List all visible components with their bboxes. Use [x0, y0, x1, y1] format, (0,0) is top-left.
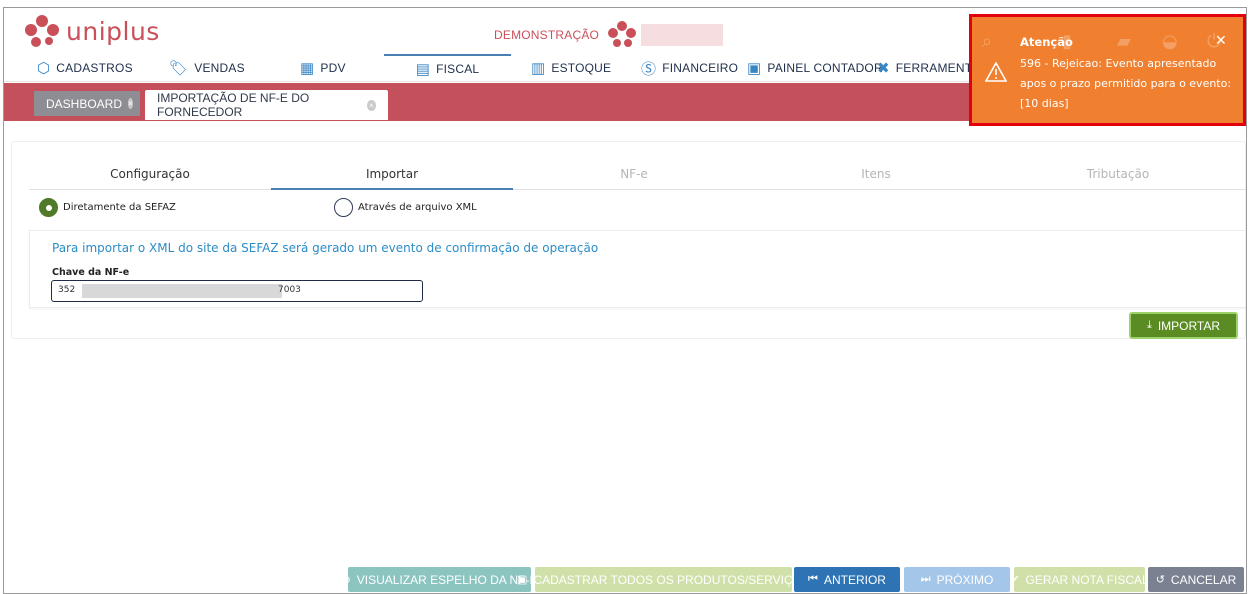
radio-sefaz[interactable]: Diretamente da SEFAZ: [39, 198, 176, 217]
nfe-key-start: 352: [58, 285, 76, 295]
wizard-steps: Configuração Importar NF-e Itens Tributa…: [29, 160, 1246, 190]
uniplus-logo-icon: [25, 15, 59, 47]
logo-text: uniplus: [66, 16, 160, 46]
button-label: CANCELAR: [1170, 572, 1237, 587]
preview-nfe-button[interactable]: ⊖ VISUALIZAR ESPELHO DA NF-E: [342, 567, 537, 592]
step-itens: Itens: [861, 167, 891, 181]
step-importar[interactable]: Importar: [271, 160, 513, 190]
environment-label: DEMONSTRAÇÃO: [494, 28, 600, 42]
nfe-key-end: 7003: [278, 285, 301, 295]
step-configuracao[interactable]: Configuração: [29, 160, 271, 190]
cash-register-icon: ▦: [300, 60, 315, 77]
radio-xml-file[interactable]: Através de arquivo XML: [334, 198, 477, 217]
warning-icon: [985, 62, 1007, 82]
radio-selected-icon[interactable]: [39, 198, 58, 217]
notification-title: Atenção: [1020, 35, 1073, 49]
user-icon: ◒: [1162, 31, 1178, 52]
menu-label: FISCAL: [436, 62, 480, 76]
box-icon: ▥: [531, 60, 546, 77]
import-wizard: Configuração Importar NF-e Itens Tributa…: [11, 141, 1246, 339]
close-tab-icon[interactable]: ×: [366, 99, 376, 111]
notification-message: 596 - Rejeicao: Evento apresentado apos …: [1020, 57, 1232, 110]
tab-label: DASHBOARD: [46, 96, 123, 111]
skip-next-icon: ⏭: [920, 573, 931, 585]
button-label: VISUALIZAR ESPELHO DA NF-E: [356, 572, 538, 587]
tag-icon: 🏷: [169, 60, 189, 77]
nfe-key-redacted: [82, 284, 282, 298]
company-name-redacted: [641, 24, 724, 46]
cancel-button[interactable]: ↺ CANCELAR: [1148, 567, 1244, 592]
step-nfe: NF-e: [620, 167, 648, 181]
button-label: ANTERIOR: [823, 572, 886, 587]
tools-icon: ✖: [877, 60, 890, 77]
radio-unselected-icon[interactable]: [334, 198, 353, 217]
radio-label: Através de arquivo XML: [358, 202, 477, 213]
menu-label: ESTOQUE: [551, 61, 612, 75]
generate-invoice-button[interactable]: ✔ GERAR NOTA FISCAL: [1010, 567, 1149, 592]
undo-icon: ↺: [1155, 574, 1165, 586]
nfe-key-input[interactable]: 352 7003: [51, 280, 423, 302]
import-button-label: IMPORTAR: [1157, 318, 1221, 333]
menu-label: PAINEL CONTADOR: [767, 61, 883, 75]
tab-dashboard[interactable]: DASHBOARD ×: [34, 91, 140, 116]
menu-label: FINANCEIRO: [662, 61, 739, 75]
register-all-products-button[interactable]: ▣ CADASTRAR TODOS OS PRODUTOS/SERVIÇOS: [517, 567, 810, 592]
hexagon-icon: ⬡: [37, 60, 51, 77]
document-icon: ▤: [415, 61, 431, 78]
next-button[interactable]: ⏭ PRÓXIMO: [904, 567, 1010, 592]
button-label: CADASTRAR TODOS OS PRODUTOS/SERVIÇOS: [533, 572, 810, 587]
import-info-message: Para importar o XML do site da SEFAZ ser…: [52, 241, 599, 255]
close-tab-icon[interactable]: ×: [128, 98, 133, 109]
nfe-key-label: Chave da NF-e: [52, 267, 130, 278]
folder-icon: ▰: [1117, 31, 1131, 52]
environment-indicator: DEMONSTRAÇÃO: [494, 20, 724, 50]
step-tributacao: Tributação: [1086, 167, 1150, 181]
menu-cadastros[interactable]: ⬡ CADASTROS: [37, 54, 133, 82]
tab-label: IMPORTAÇÃO DE NF-E DO FORNECEDOR: [157, 91, 310, 119]
minus-circle-icon: ⊖: [341, 574, 351, 586]
radio-label: Diretamente da SEFAZ: [63, 202, 176, 213]
menu-label: VENDAS: [194, 61, 245, 75]
save-icon: ▣: [517, 574, 528, 586]
menu-label: CADASTROS: [56, 61, 133, 75]
logo[interactable]: uniplus: [24, 14, 160, 48]
app-window: uniplus DEMONSTRAÇÃO ⬡ CADASTROS 🏷 VENDA…: [3, 7, 1247, 594]
menu-fiscal[interactable]: ▤ FISCAL: [384, 54, 511, 82]
skip-previous-icon: ⏮: [808, 573, 818, 585]
menu-painel-contador[interactable]: ▣ PAINEL CONTADOR: [747, 54, 883, 82]
previous-button[interactable]: ⏮ ANTERIOR: [794, 567, 900, 592]
button-label: GERAR NOTA FISCAL: [1025, 572, 1149, 587]
warning-notification: ⌕ ▮ ▰ ◒ ⏻ Atenção 596 - Rejeicao: Evento…: [969, 14, 1246, 126]
menu-label: PDV: [320, 61, 346, 75]
menu-estoque[interactable]: ▥ ESTOQUE: [531, 54, 611, 82]
accountant-icon: ▣: [747, 60, 762, 77]
import-panel: Para importar o XML do site da SEFAZ ser…: [29, 230, 1246, 308]
search-icon: ⌕: [982, 31, 993, 52]
footer-actions: ⊖ VISUALIZAR ESPELHO DA NF-E ▣ CADASTRAR…: [4, 567, 1246, 593]
uniplus-logo-icon: [608, 21, 637, 47]
menu-financeiro[interactable]: Ⓢ FINANCEIRO: [641, 54, 738, 82]
download-icon: ⤓: [1146, 319, 1152, 331]
tab-importacao-nfe[interactable]: IMPORTAÇÃO DE NF-E DO FORNECEDOR ×: [145, 90, 388, 120]
menu-vendas[interactable]: 🏷 VENDAS: [169, 54, 245, 82]
check-circle-icon: ✔: [1010, 574, 1020, 586]
dollar-icon: Ⓢ: [641, 60, 657, 78]
close-icon[interactable]: ✕: [1215, 33, 1227, 49]
button-label: PRÓXIMO: [936, 572, 994, 587]
import-button[interactable]: ⤓ IMPORTAR: [1129, 312, 1238, 339]
menu-pdv[interactable]: ▦ PDV: [300, 54, 346, 82]
